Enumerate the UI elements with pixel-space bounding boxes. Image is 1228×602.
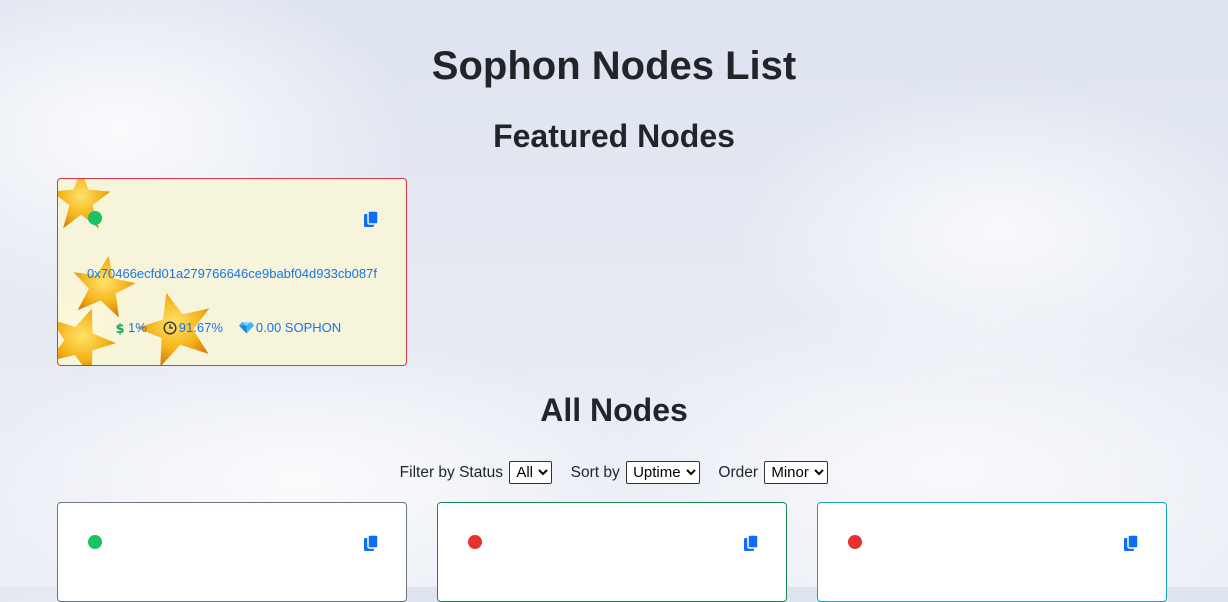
sort-by-select[interactable]: Uptime	[626, 461, 701, 484]
featured-node-card: 0x70466ecfd01a279766646ce9babf04d933cb08…	[57, 178, 407, 366]
uptime-value: 91.67%	[178, 320, 223, 335]
node-card	[437, 502, 787, 602]
status-indicator	[88, 211, 102, 225]
node-stats: $ 1% 91.67% 0.00 SOPHON	[114, 320, 341, 335]
star-shape	[73, 255, 136, 318]
order-select[interactable]: Minor	[764, 461, 829, 484]
order-label: Order Minor	[718, 461, 829, 484]
copy-icon[interactable]	[363, 534, 379, 552]
rewards-value: 0.00 SOPHON	[255, 320, 342, 335]
svg-text:$: $	[115, 322, 124, 335]
node-address[interactable]: 0x70466ecfd01a279766646ce9babf04d933cb08…	[58, 266, 406, 281]
status-filter-label: Filter by Status All	[400, 461, 557, 484]
star-shape	[58, 179, 111, 229]
status-indicator	[88, 535, 102, 549]
featured-nodes-title: Featured Nodes	[493, 118, 735, 154]
diamond-icon	[238, 322, 254, 334]
all-nodes-title: All Nodes	[540, 392, 688, 428]
status-indicator	[468, 535, 482, 549]
filter-bar: Filter by Status All Sort by Uptime Orde…	[0, 461, 1228, 484]
fee-value: 1%	[128, 320, 147, 335]
sort-by-label: Sort by Uptime	[571, 461, 705, 484]
copy-icon[interactable]	[743, 534, 759, 552]
node-card	[817, 502, 1167, 602]
status-filter-select[interactable]: All	[509, 461, 553, 484]
rewards-stat: 0.00 SOPHON	[238, 320, 342, 335]
page-title: Sophon Nodes List	[431, 44, 797, 88]
clock-icon	[163, 320, 177, 335]
dollar-icon: $	[115, 322, 124, 335]
uptime-stat: 91.67%	[163, 320, 223, 335]
copy-icon[interactable]	[363, 210, 379, 228]
status-indicator	[848, 535, 862, 549]
node-card	[57, 502, 407, 602]
fee-stat: $ 1%	[114, 320, 147, 335]
copy-icon[interactable]	[1123, 534, 1139, 552]
